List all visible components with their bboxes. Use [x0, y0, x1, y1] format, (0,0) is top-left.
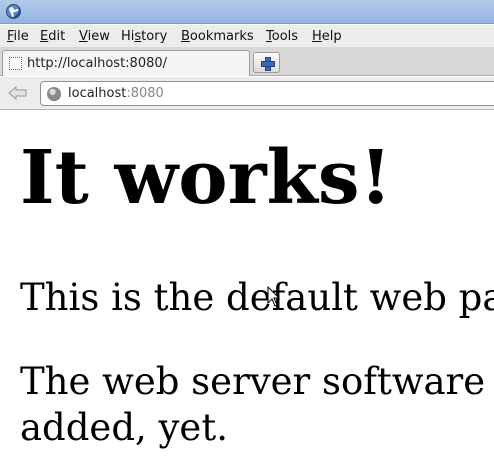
- menu-bookmarks-label: ookmarks: [189, 29, 254, 44]
- new-tab-button[interactable]: [253, 52, 280, 73]
- menu-bookmarks-mnemonic: B: [181, 29, 190, 44]
- blank-page-icon: [9, 57, 22, 70]
- page-paragraph-server-line2: added, yet.: [20, 406, 228, 449]
- menu-edit[interactable]: Edit: [40, 28, 65, 45]
- menu-history-label-start: Hi: [121, 29, 135, 44]
- back-arrow-icon: [8, 85, 27, 101]
- menu-file-label: ile: [13, 29, 29, 44]
- page-paragraph-server-line1: The web server software is running but n…: [20, 360, 494, 403]
- menu-tools-label: ools: [271, 29, 299, 44]
- firefox-icon: [6, 4, 21, 19]
- menu-help-mnemonic: H: [312, 29, 322, 44]
- menu-tools[interactable]: Tools: [266, 28, 298, 45]
- tab-bar: http://localhost:8080/: [0, 47, 494, 76]
- menu-bookmarks[interactable]: Bookmarks: [181, 28, 254, 45]
- menu-edit-mnemonic: E: [40, 29, 49, 44]
- navigation-toolbar: localhost:8080: [0, 77, 494, 110]
- tab-localhost[interactable]: http://localhost:8080/: [2, 50, 250, 76]
- url-text: localhost:8080: [68, 86, 164, 101]
- tab-label: http://localhost:8080/: [27, 56, 168, 71]
- menu-view-label: iew: [87, 29, 110, 44]
- mouse-cursor-icon: [267, 286, 281, 307]
- url-port: :8080: [126, 86, 164, 101]
- menu-help[interactable]: Help: [312, 28, 342, 45]
- plus-icon: [261, 57, 275, 71]
- page-heading: It works!: [20, 135, 393, 221]
- url-bar[interactable]: localhost:8080: [40, 81, 494, 106]
- menu-bar: File Edit View History Bookmarks Tools H…: [0, 25, 494, 47]
- page-content: It works! This is the default web page f…: [0, 111, 494, 468]
- menu-view[interactable]: View: [79, 28, 110, 45]
- back-button[interactable]: [3, 81, 33, 105]
- page-paragraph-default: This is the default web page for this se…: [20, 276, 494, 319]
- url-host: localhost: [68, 86, 127, 101]
- menu-view-mnemonic: V: [79, 29, 88, 44]
- menu-history-label: tory: [141, 29, 168, 44]
- menu-edit-label: dit: [48, 29, 66, 44]
- title-bar: [0, 0, 494, 24]
- menu-help-label: elp: [321, 29, 342, 44]
- menu-file[interactable]: File: [7, 28, 29, 45]
- menu-history[interactable]: History: [121, 28, 167, 45]
- globe-icon: [47, 87, 61, 101]
